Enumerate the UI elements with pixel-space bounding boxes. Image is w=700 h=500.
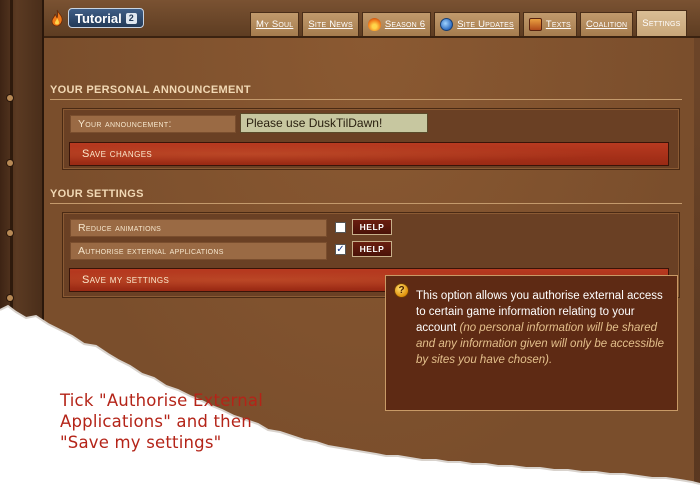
instruction-text: Tick "Authorise External Applications" a… xyxy=(60,391,264,452)
